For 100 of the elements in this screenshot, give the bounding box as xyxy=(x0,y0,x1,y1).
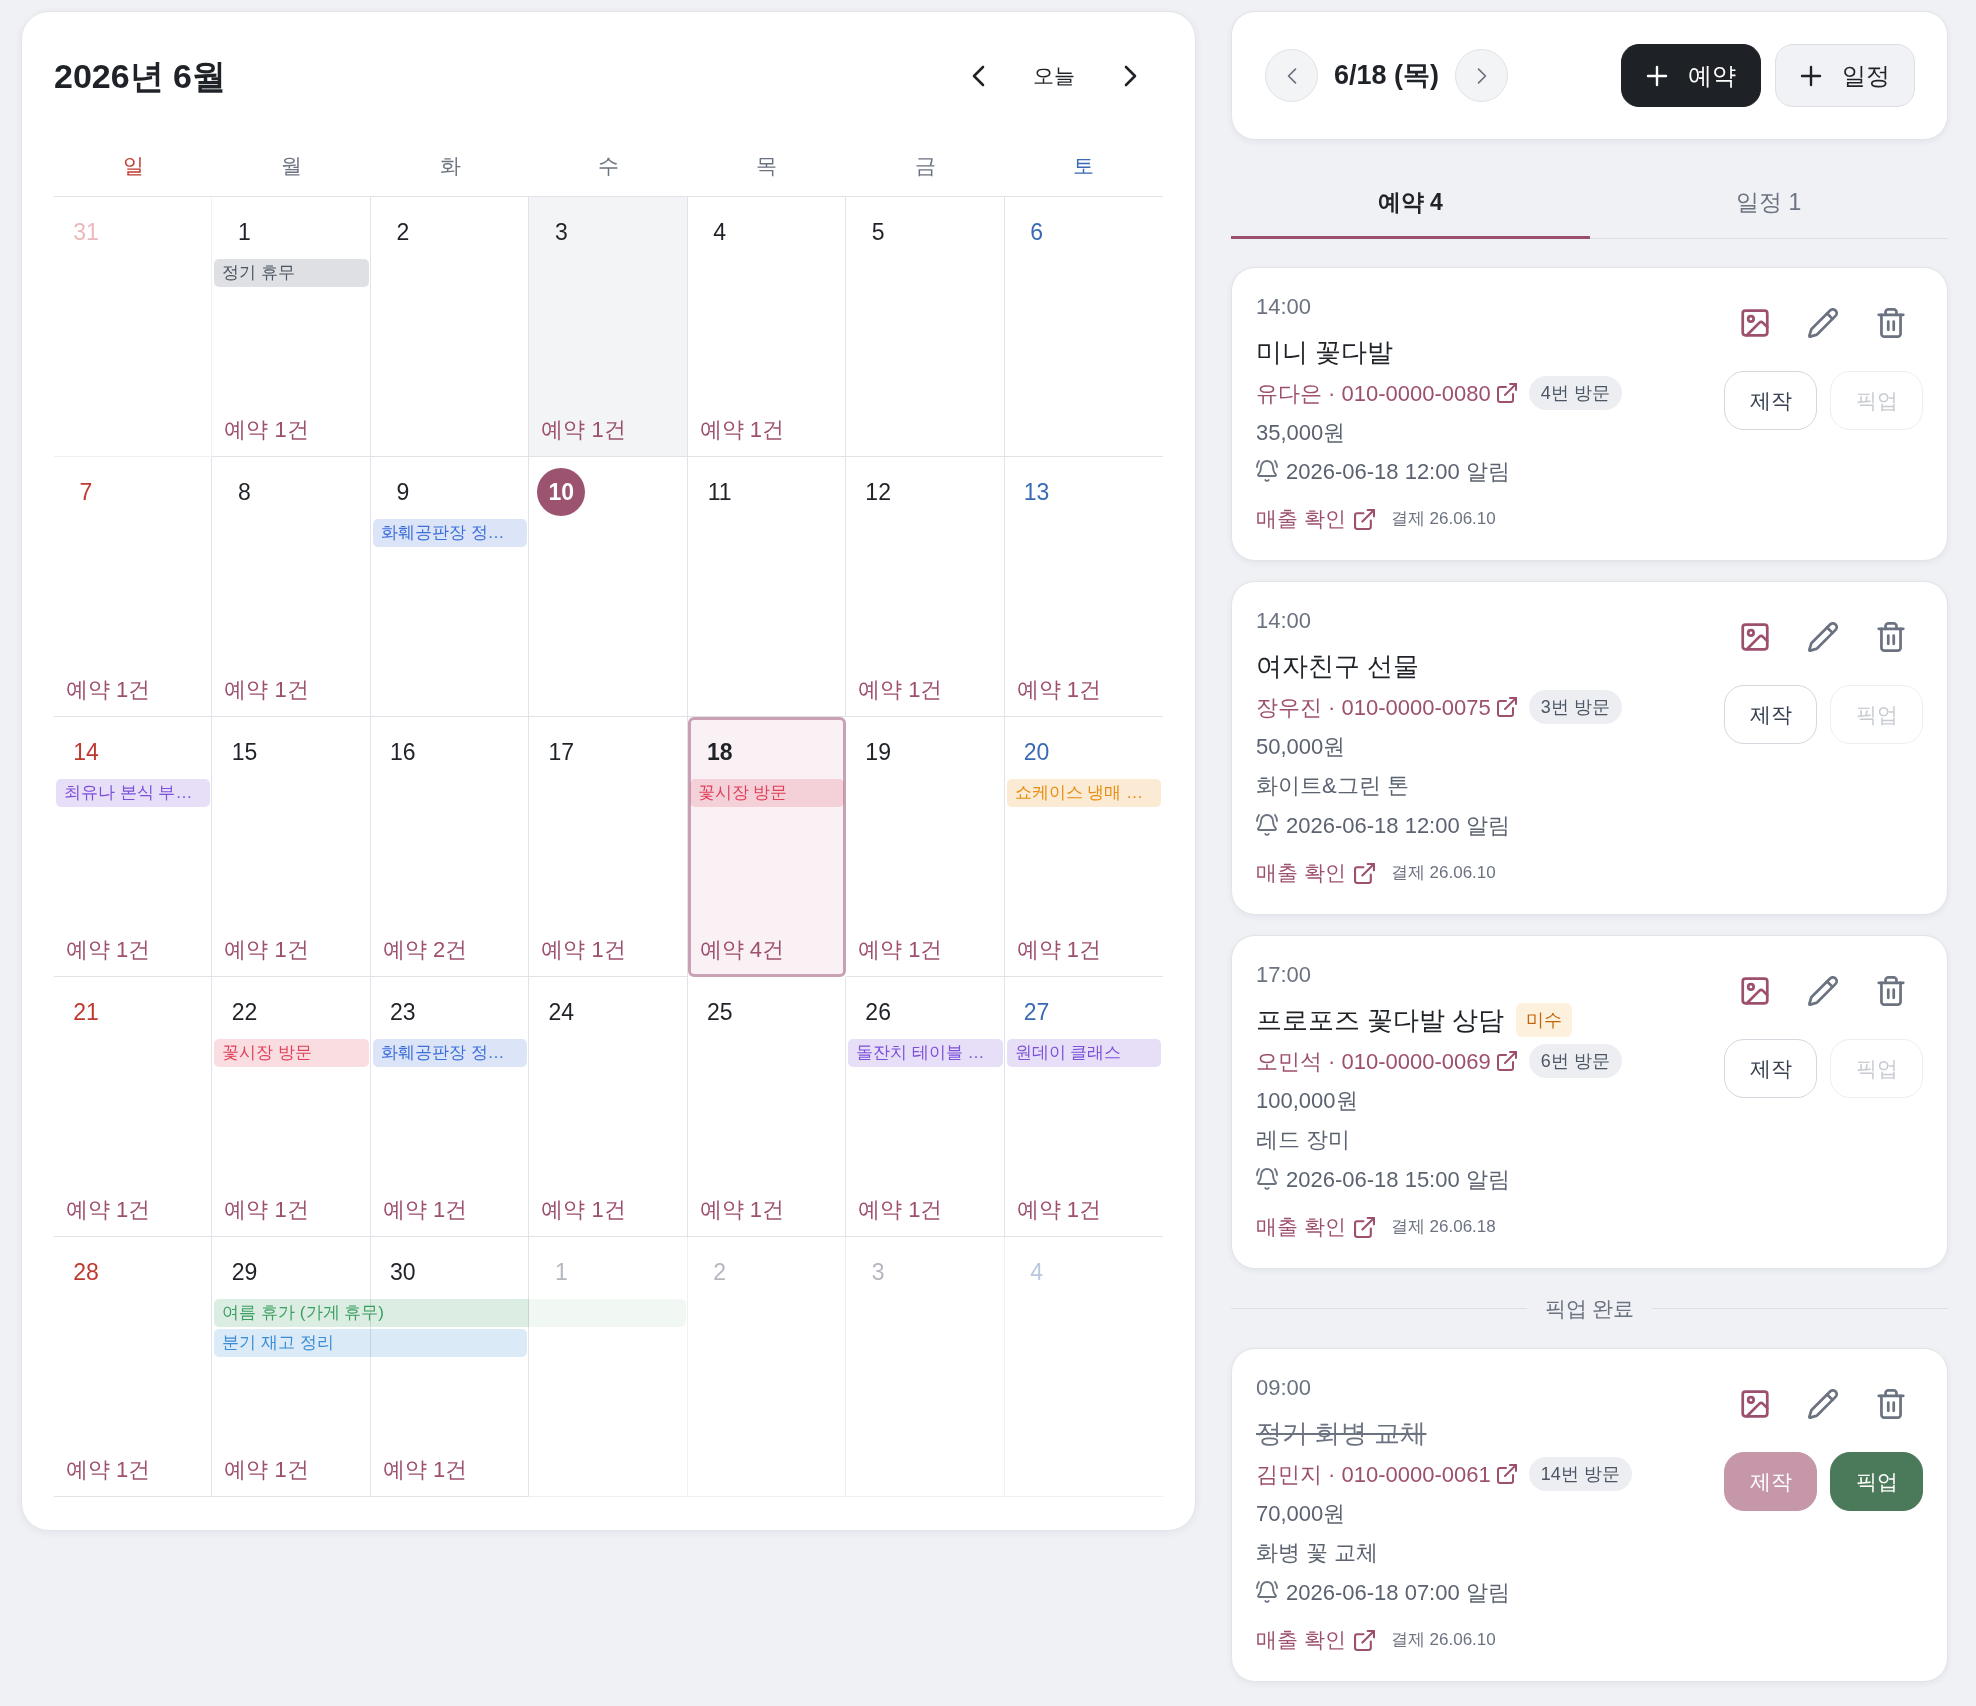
chevron-left-icon[interactable] xyxy=(971,65,985,87)
event-bar[interactable]: 꽃시장 방문 xyxy=(214,1039,369,1067)
make-button[interactable]: 제작 xyxy=(1724,1039,1817,1098)
bell-icon xyxy=(1256,1581,1278,1603)
tab[interactable]: 예약 4 xyxy=(1231,175,1590,239)
alarm-time: 2026-06-18 12:00 알림 xyxy=(1286,811,1510,840)
visit-count-badge: 6번 방문 xyxy=(1528,1044,1622,1078)
visit-count-badge: 14번 방문 xyxy=(1528,1457,1632,1491)
make-button[interactable]: 제작 xyxy=(1724,685,1817,744)
trash-icon[interactable] xyxy=(1876,1389,1906,1419)
date-number: 30 xyxy=(390,1260,416,1284)
date-number: 11 xyxy=(707,480,732,504)
weekday-label: 토 xyxy=(1073,153,1095,180)
customer-link[interactable]: 유다은 · 010-0000-0080 xyxy=(1256,376,1517,410)
date-number: 2 xyxy=(396,220,410,244)
reservation-amount: 100,000원 xyxy=(1256,1086,1358,1115)
date-number: 1 xyxy=(554,1260,568,1284)
external-link-icon xyxy=(1496,1464,1517,1484)
reservation-count: 예약 1건 xyxy=(1016,935,1101,964)
reservation-time: 14:00 xyxy=(1256,606,1312,635)
event-bar[interactable]: 꽃시장 방문 xyxy=(689,779,845,807)
today-button[interactable]: 오늘 xyxy=(1019,54,1089,98)
reservation-count: 예약 4건 xyxy=(699,935,785,964)
customer-link[interactable]: 장우진 · 010-0000-0075 xyxy=(1256,690,1517,724)
alarm-time: 2026-06-18 12:00 알림 xyxy=(1286,457,1510,486)
date-number: 25 xyxy=(706,1000,733,1024)
day-cell[interactable] xyxy=(687,717,847,977)
date-number: 7 xyxy=(79,480,93,504)
event-bar[interactable]: 여름 휴가 (가게 휴무) xyxy=(214,1299,686,1327)
pencil-icon[interactable] xyxy=(1808,308,1838,338)
make-button[interactable]: 제작 xyxy=(1724,371,1817,430)
chevron-right-icon[interactable] xyxy=(1123,65,1137,87)
date-number: 6 xyxy=(1030,220,1043,244)
plus-icon xyxy=(1646,64,1668,87)
external-link-icon xyxy=(1353,1629,1375,1651)
event-bar[interactable]: 돌잔치 테이블 … xyxy=(848,1039,1003,1067)
date-number: 20 xyxy=(1023,740,1050,764)
pickup-button[interactable]: 픽업 xyxy=(1830,1452,1923,1511)
date-number: 4 xyxy=(1030,1260,1043,1284)
sales-link[interactable]: 매출 확인 xyxy=(1256,1211,1375,1243)
payment-date: 결제 26.06.18 xyxy=(1390,1216,1496,1239)
trash-icon[interactable] xyxy=(1876,308,1906,338)
date-number: 3 xyxy=(554,220,568,244)
reservation-count: 예약 1건 xyxy=(858,1195,943,1224)
pencil-icon[interactable] xyxy=(1808,976,1838,1006)
customer-link[interactable]: 오민석 · 010-0000-0069 xyxy=(1256,1044,1517,1078)
trash-icon[interactable] xyxy=(1876,976,1906,1006)
image-icon[interactable] xyxy=(1740,976,1770,1006)
sales-link[interactable]: 매출 확인 xyxy=(1256,1624,1375,1656)
event-bar[interactable]: 최유나 본식 부… xyxy=(56,779,211,807)
date-number: 2 xyxy=(713,1260,727,1284)
reservation-title: 정기 화병 교체 xyxy=(1256,1416,1427,1450)
event-bar[interactable]: 분기 재고 정리 xyxy=(214,1329,528,1357)
image-icon[interactable] xyxy=(1740,622,1770,652)
chevron-right-icon xyxy=(1476,66,1487,85)
reservation-amount: 50,000원 xyxy=(1256,732,1346,761)
visit-count-badge: 3번 방문 xyxy=(1528,690,1622,724)
tab[interactable]: 일정 1 xyxy=(1589,175,1948,239)
bell-icon xyxy=(1256,1168,1278,1190)
add-reservation-button[interactable]: 예약 xyxy=(1621,44,1761,107)
add-schedule-button[interactable]: 일정 xyxy=(1775,44,1915,107)
weekday-label: 월 xyxy=(281,153,303,180)
customer-link[interactable]: 김민지 · 010-0000-0061 xyxy=(1256,1457,1517,1491)
alarm-time: 2026-06-18 07:00 알림 xyxy=(1286,1578,1510,1607)
reservation-count: 예약 1건 xyxy=(382,1455,468,1484)
reservation-count: 예약 1건 xyxy=(224,415,309,444)
reservation-count: 예약 1건 xyxy=(1016,1195,1101,1224)
selected-date: 6/18 (목) xyxy=(1334,59,1440,93)
reservation-time: 17:00 xyxy=(1256,960,1312,989)
trash-icon[interactable] xyxy=(1876,622,1906,652)
date-number: 4 xyxy=(713,220,727,244)
date-number: 19 xyxy=(865,740,891,764)
previous-day-button[interactable] xyxy=(1265,49,1318,102)
event-bar[interactable]: 화훼공판장 정… xyxy=(372,519,528,547)
event-bar[interactable]: 원데이 클래스 xyxy=(1006,1039,1161,1067)
bell-icon xyxy=(1256,814,1278,836)
date-number: 14 xyxy=(73,740,99,764)
date-number: 23 xyxy=(390,1000,416,1024)
date-number: 31 xyxy=(73,220,99,244)
event-bar[interactable]: 정기 휴무 xyxy=(214,259,369,287)
next-day-button[interactable] xyxy=(1455,49,1509,102)
reservation-note: 레드 장미 xyxy=(1256,1125,1351,1154)
reservation-count: 예약 1건 xyxy=(224,935,309,964)
image-icon[interactable] xyxy=(1740,308,1770,338)
reservation-count: 예약 1건 xyxy=(541,935,626,964)
reservation-count: 예약 1건 xyxy=(541,1195,626,1224)
pencil-icon[interactable] xyxy=(1808,1389,1838,1419)
weekday-label: 수 xyxy=(598,153,619,180)
image-icon[interactable] xyxy=(1740,1389,1770,1419)
sales-link[interactable]: 매출 확인 xyxy=(1256,503,1375,535)
external-link-icon xyxy=(1353,1216,1375,1238)
external-link-icon xyxy=(1496,1051,1517,1071)
pencil-icon[interactable] xyxy=(1808,622,1838,652)
reservation-title: 미니 꽃다발 xyxy=(1256,335,1394,369)
reservation-count: 예약 1건 xyxy=(66,1455,151,1484)
event-bar[interactable]: 화훼공판장 정… xyxy=(372,1039,528,1067)
date-number: 3 xyxy=(871,1260,885,1284)
weekday-label: 목 xyxy=(756,153,778,180)
sales-link[interactable]: 매출 확인 xyxy=(1256,857,1375,889)
date-number: 24 xyxy=(548,1000,575,1024)
